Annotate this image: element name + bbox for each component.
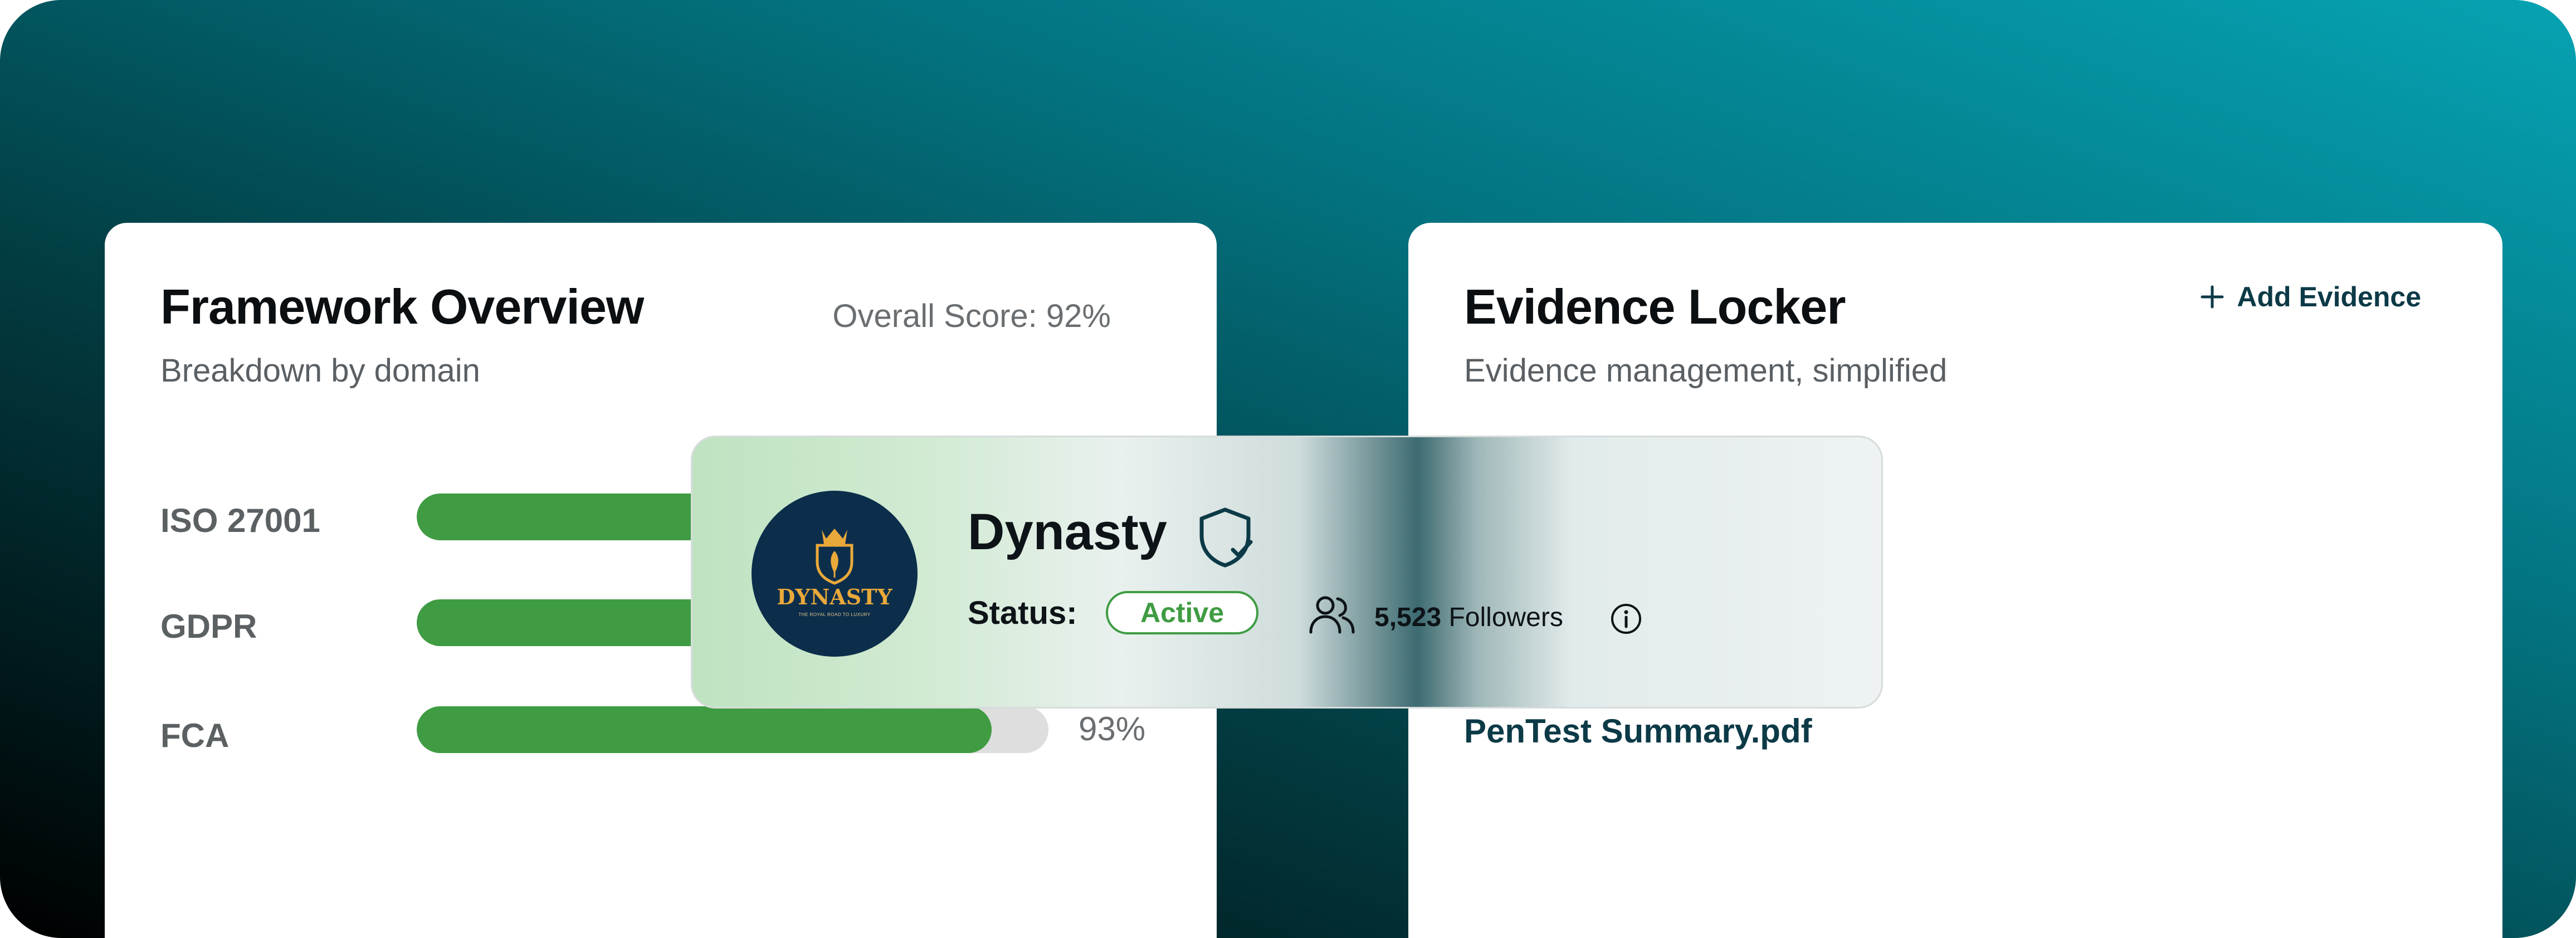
background-frame: Framework Overview Breakdown by domain O… — [0, 0, 2576, 938]
followers-label: Followers — [1448, 603, 1563, 632]
status-badge: Active — [1106, 591, 1258, 634]
profile-name: Dynasty — [968, 504, 1167, 560]
users-icon — [1309, 596, 1355, 634]
avatar-tagline: THE ROYAL ROAD TO LUXURY — [798, 612, 871, 617]
evidence-subtitle: Evidence management, simplified — [1464, 353, 1948, 389]
framework-subtitle: Breakdown by domain — [160, 353, 480, 389]
status-label: Status: — [968, 595, 1077, 631]
overall-score: Overall Score: 92% — [832, 298, 1111, 334]
avatar: DYNASTY THE ROYAL ROAD TO LUXURY — [752, 491, 918, 657]
shield-check-icon — [1199, 507, 1253, 568]
avatar-brand-name: DYNASTY — [777, 584, 892, 609]
progress-fill-fca — [417, 706, 992, 753]
add-evidence-button[interactable]: Add Evidence — [2200, 281, 2421, 313]
followers-count: 5,523 Followers — [1374, 602, 1563, 633]
row-label-iso: ISO 27001 — [160, 502, 320, 539]
add-evidence-label: Add Evidence — [2237, 281, 2421, 312]
evidence-file-link[interactable]: PenTest Summary.pdf — [1464, 712, 1812, 750]
framework-title: Framework Overview — [160, 279, 644, 334]
plus-icon — [2201, 285, 2224, 309]
evidence-title: Evidence Locker — [1464, 279, 1846, 334]
percent-fca: 93% — [1079, 710, 1146, 748]
row-label-fca: FCA — [160, 717, 230, 754]
progress-track-fca — [417, 706, 1048, 753]
crown-crest-icon — [816, 529, 853, 585]
profile-card: DYNASTY THE ROYAL ROAD TO LUXURY Dynasty… — [691, 436, 1883, 709]
info-icon[interactable] — [1609, 602, 1643, 636]
row-label-gdpr: GDPR — [160, 608, 257, 645]
followers-number: 5,523 — [1374, 603, 1442, 632]
